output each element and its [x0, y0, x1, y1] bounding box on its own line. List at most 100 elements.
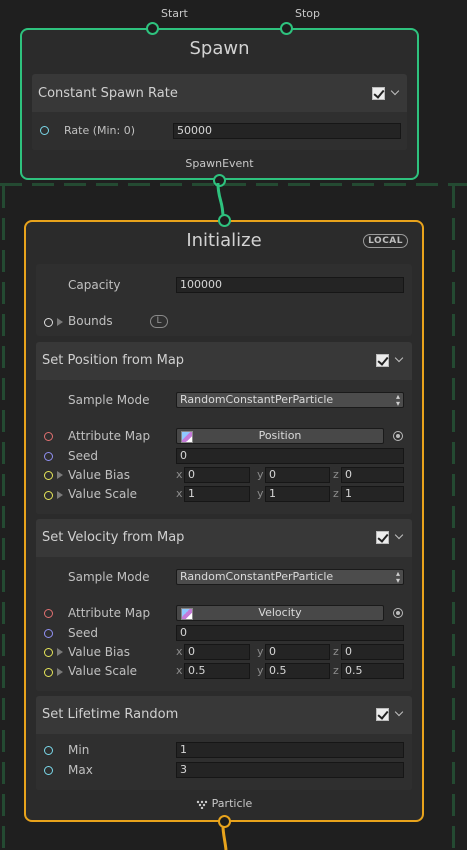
value-scale-z-input[interactable]: 0.5	[341, 663, 404, 679]
block-header: Set Velocity from Map	[36, 519, 412, 557]
block-body: Min 1 Max 3	[36, 734, 412, 790]
expand-triangle-icon[interactable]	[57, 668, 63, 676]
dropdown-arrows-icon: ▴ ▾	[395, 569, 400, 585]
block-enabled-checkbox[interactable]	[376, 708, 389, 721]
value-scale-y-input[interactable]: 1	[265, 486, 330, 502]
value-bias-x-input[interactable]: 0	[184, 467, 250, 483]
sample-mode-label: Sample Mode	[68, 393, 150, 407]
value-bias-label: Value Bias	[68, 645, 130, 659]
block-title: Set Velocity from Map	[42, 530, 185, 545]
initialize-context-node[interactable]: Initialize LOCAL Capacity 100000 Bounds …	[24, 220, 424, 822]
block-title: Constant Spawn Rate	[38, 86, 178, 101]
value-bias-z-input[interactable]: 0	[341, 467, 404, 483]
set-position-from-map-block[interactable]: Set Position from Map Sample Mode Random…	[36, 342, 412, 514]
attribute-map-value: Velocity	[258, 606, 302, 619]
rate-input[interactable]: 50000	[173, 123, 401, 139]
value-bias-z-input[interactable]: 0	[341, 644, 404, 660]
object-picker-icon[interactable]	[393, 431, 403, 441]
attribute-map-label: Attribute Map	[68, 606, 151, 620]
chevron-down-icon[interactable]	[394, 707, 404, 717]
block-enabled-checkbox[interactable]	[376, 531, 389, 544]
seed-label: Seed	[68, 449, 98, 463]
initialize-input-port[interactable]	[218, 214, 231, 227]
max-input[interactable]: 3	[176, 762, 404, 778]
block-enabled-checkbox[interactable]	[376, 354, 389, 367]
y-axis-label: y	[257, 645, 264, 658]
expand-triangle-icon[interactable]	[57, 648, 63, 656]
attribute-map-field[interactable]: Velocity	[176, 605, 384, 621]
vector-slot-icon[interactable]	[44, 491, 53, 500]
value-scale-x-input[interactable]: 1	[184, 486, 250, 502]
value-bias-y-input[interactable]: 0	[265, 467, 330, 483]
float-slot-icon[interactable]	[40, 126, 49, 135]
vector-slot-icon[interactable]	[44, 648, 53, 657]
min-input[interactable]: 1	[176, 742, 404, 758]
chevron-down-icon[interactable]	[394, 353, 404, 363]
set-lifetime-random-block[interactable]: Set Lifetime Random Min 1 Max 3	[36, 696, 412, 790]
block-title: Set Position from Map	[42, 353, 185, 368]
seed-input[interactable]: 0	[176, 625, 404, 641]
sample-mode-dropdown[interactable]: RandomConstantPerParticle ▴ ▾	[176, 392, 404, 408]
constant-spawn-rate-block[interactable]: Constant Spawn Rate Rate (Min: 0) 50000	[32, 74, 407, 150]
expand-triangle-icon[interactable]	[57, 471, 63, 479]
set-velocity-from-map-block[interactable]: Set Velocity from Map Sample Mode Random…	[36, 519, 412, 691]
bounds-slot-icon[interactable]	[44, 318, 53, 327]
stop-port-label: Stop	[295, 7, 321, 20]
sample-mode-label: Sample Mode	[68, 570, 150, 584]
spawn-context-node[interactable]: Spawn Constant Spawn Rate Rate (Min: 0) …	[20, 28, 419, 180]
stop-port[interactable]	[280, 22, 293, 35]
float-slot-icon[interactable]	[44, 766, 53, 775]
block-body: Sample Mode RandomConstantPerParticle ▴ ▾…	[36, 557, 412, 691]
z-axis-label: z	[333, 487, 339, 500]
x-axis-label: x	[176, 468, 183, 481]
block-header: Constant Spawn Rate	[32, 74, 407, 112]
value-scale-label: Value Scale	[68, 487, 138, 501]
vector-slot-icon[interactable]	[44, 471, 53, 480]
expand-triangle-icon[interactable]	[57, 491, 63, 499]
uint-slot-icon[interactable]	[44, 452, 53, 461]
texture-slot-icon[interactable]	[44, 432, 53, 441]
attribute-map-label: Attribute Map	[68, 429, 151, 443]
value-scale-label: Value Scale	[68, 664, 138, 678]
start-port[interactable]	[146, 22, 159, 35]
texture-icon	[181, 608, 193, 620]
attribute-map-field[interactable]: Position	[176, 428, 384, 444]
bounds-space-badge[interactable]: L	[150, 315, 168, 328]
dropdown-arrows-icon: ▴ ▾	[395, 392, 400, 408]
texture-slot-icon[interactable]	[44, 609, 53, 618]
seed-label: Seed	[68, 626, 98, 640]
value-scale-y-input[interactable]: 0.5	[265, 663, 330, 679]
min-label: Min	[68, 743, 90, 757]
capacity-input[interactable]: 100000	[176, 277, 404, 293]
attribute-map-value: Position	[258, 429, 302, 442]
uint-slot-icon[interactable]	[44, 629, 53, 638]
spawn-title: Spawn	[189, 38, 250, 59]
system-outline-left	[2, 186, 5, 850]
y-axis-label: y	[257, 664, 264, 677]
spawn-event-port-label: SpawnEvent	[185, 157, 254, 170]
chevron-down-icon[interactable]	[394, 530, 404, 540]
vector-slot-icon[interactable]	[44, 668, 53, 677]
value-bias-y-input[interactable]: 0	[265, 644, 330, 660]
object-picker-icon[interactable]	[393, 608, 403, 618]
z-axis-label: z	[333, 664, 339, 677]
block-enabled-checkbox[interactable]	[372, 87, 385, 100]
block-body: Sample Mode RandomConstantPerParticle ▴ ▾…	[36, 380, 412, 514]
sample-mode-dropdown[interactable]: RandomConstantPerParticle ▴ ▾	[176, 569, 404, 585]
particle-port-label: Particle	[26, 797, 422, 810]
value-scale-x-input[interactable]: 0.5	[184, 663, 250, 679]
seed-input[interactable]: 0	[176, 448, 404, 464]
system-outline-right	[452, 186, 455, 850]
value-bias-x-input[interactable]: 0	[184, 644, 250, 660]
expand-triangle-icon[interactable]	[57, 318, 63, 326]
particle-output-edge[interactable]	[212, 826, 232, 850]
x-axis-label: x	[176, 645, 183, 658]
space-local-badge[interactable]: LOCAL	[363, 234, 408, 248]
float-slot-icon[interactable]	[44, 746, 53, 755]
chevron-down-icon[interactable]	[390, 86, 400, 96]
sample-mode-value: RandomConstantPerParticle	[180, 570, 334, 583]
max-label: Max	[68, 763, 93, 777]
rate-label: Rate (Min: 0)	[64, 124, 136, 137]
value-scale-z-input[interactable]: 1	[341, 486, 404, 502]
z-axis-label: z	[333, 645, 339, 658]
